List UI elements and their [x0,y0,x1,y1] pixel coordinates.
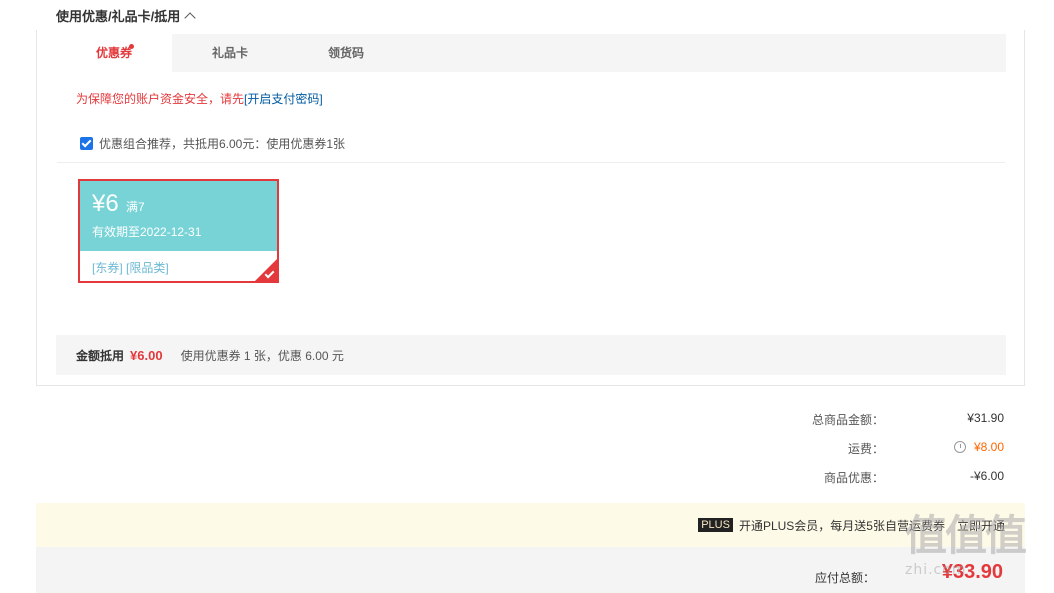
divider [57,162,1005,163]
shipping-value: ¥8.00 [973,440,1004,454]
coupon-header: ¥6 满7 有效期至2022-12-31 [80,181,277,251]
goods-total-row: 总商品金额： ¥31.90 [744,411,1004,428]
combo-checkbox[interactable] [80,137,93,150]
combo-text: 优惠组合推荐，共抵用6.00元：使用优惠券1张 [99,137,346,151]
tab-gift-card-label: 礼品卡 [211,46,248,60]
coupon-condition: 满7 [126,200,145,214]
summary-amount: ¥6.00 [130,347,163,363]
discount-label: 商品优惠： [823,471,884,485]
plus-badge: PLUS [698,518,733,532]
shipping-label: 运费： [847,442,884,456]
watermark-logo: 值值值 [905,511,1027,560]
payable-total-bar: 应付总额： ¥33.90 [36,547,1025,593]
tab-pickup-code[interactable]: 领货码 [288,34,404,72]
site-watermark: 值值值 zhi.com [905,512,1045,590]
tab-coupon-label: 优惠券 [95,46,132,60]
discount-row: 商品优惠： -¥6.00 [744,469,1004,486]
shipping-row: 运费： ¥8.00 [744,440,1004,457]
tab-gift-card[interactable]: 礼品卡 [172,34,288,72]
security-notice: 为保障您的账户资金安全，请先[开启支付密码] [76,90,323,107]
combo-recommend[interactable]: 优惠组合推荐，共抵用6.00元：使用优惠券1张 [80,135,345,152]
watermark-text: zhi.com [905,562,967,578]
section-title[interactable]: 使用优惠/礼品卡/抵用 [56,6,196,25]
tab-coupon[interactable]: 优惠券 [56,34,172,72]
section-title-text: 使用优惠/礼品卡/抵用 [56,9,181,24]
enable-pay-password-link[interactable]: [开启支付密码] [244,92,323,106]
notification-dot-icon [129,44,134,49]
discount-summary: 金额抵用 ¥6.00 使用优惠券 1 张，优惠 6.00 元 [56,335,1006,375]
coupon-tags: [东券] [限品类] [92,261,169,275]
coupon-valid-date: 有效期至2022-12-31 [92,225,202,239]
security-notice-text: 为保障您的账户资金安全，请先 [76,92,245,106]
payable-label: 应付总额： [814,571,875,585]
summary-label: 金额抵用 [76,348,125,363]
goods-total-label: 总商品金额： [811,413,884,427]
coupon-card[interactable]: ¥6 满7 有效期至2022-12-31 [东券] [限品类] [78,179,279,283]
selected-corner [255,259,277,281]
shipping-value-wrap: ¥8.00 [884,440,1004,457]
tab-pickup-code-label: 领货码 [327,46,364,60]
goods-total-value: ¥31.90 [967,411,1004,425]
clock-icon[interactable] [953,441,966,453]
tab-bar: 优惠券 礼品卡 领货码 [56,34,1006,72]
chevron-up-icon[interactable] [184,11,196,24]
plus-promo-bar: PLUS 开通PLUS会员，每月送5张自营运费券 立即开通 [36,503,1025,547]
summary-detail: 使用优惠券 1 张，优惠 6.00 元 [180,348,344,363]
discount-value: -¥6.00 [969,469,1004,483]
coupon-amount: ¥6 [92,190,119,217]
